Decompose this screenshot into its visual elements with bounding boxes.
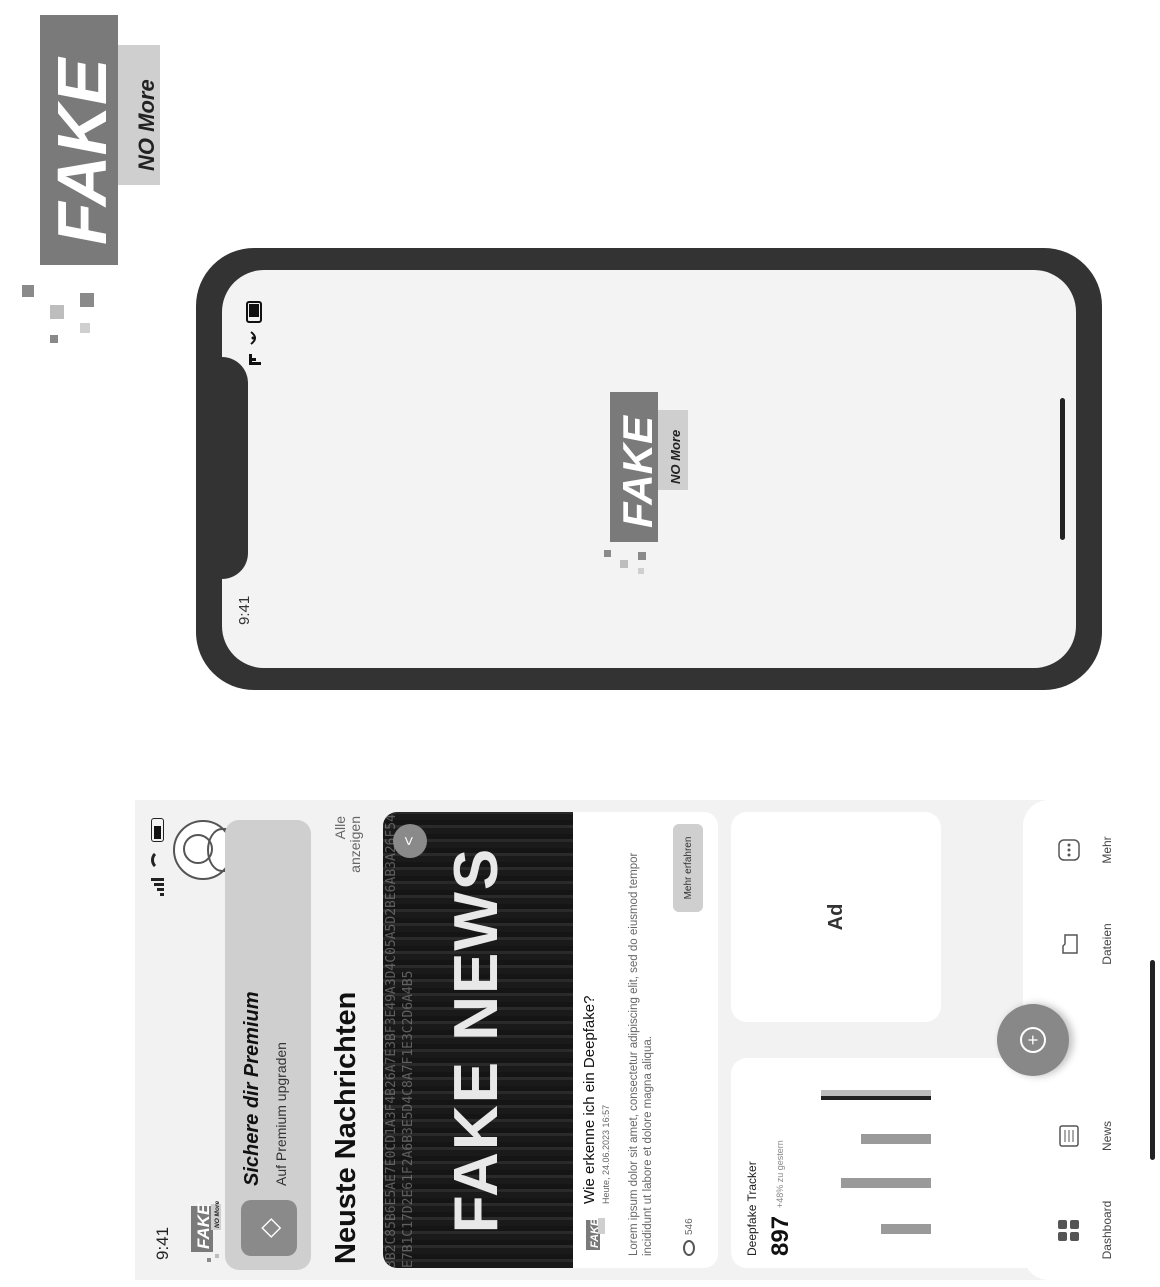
signal-icon [151,878,164,896]
tab-label: News [1100,1121,1114,1152]
deepfake-tracker-card[interactable]: Deepfake Tracker 897 +48% zu gestern [731,1058,1041,1268]
svg-text:FAKE: FAKE [194,1203,213,1249]
premium-banner[interactable]: ◇ Sichere dir Premium Auf Premium upgrad… [225,820,311,1270]
svg-text:NO More: NO More [134,79,159,171]
svg-text:NO More: NO More [214,1201,221,1228]
dashboard-icon [1058,1220,1079,1241]
tab-mehr[interactable]: Mehr [1057,810,1114,890]
see-all-link[interactable]: Alle anzeigen [332,816,363,876]
phone-status-icons [245,300,265,385]
brand-logo-large: FAKE NO More [10,5,168,355]
tracker-value: 897 [767,1215,794,1256]
tab-dashboard[interactable]: Dashboard [1057,1190,1114,1270]
premium-title: Sichere dir Premium [241,991,263,1186]
svg-text:FAKE: FAKE [614,414,661,528]
phone-clock: 9:41 [236,595,253,625]
card-source-logo: FAKE [583,1210,609,1256]
tab-news[interactable]: News [1057,1096,1114,1176]
tab-label: Dashboard [1100,1200,1114,1260]
phone-home-indicator [1060,398,1065,540]
app-screen-rotated: 9:41 FAKE NO More ◇ Sichere dir Premium … [135,800,1160,1280]
battery-icon [151,818,164,842]
svg-text:FAKE: FAKE [43,56,121,245]
eye-icon [683,1240,695,1256]
tracker-title: Deepfake Tracker [745,1161,759,1256]
news-image-caption: FAKE NEWS [442,846,511,1234]
app-screen: 9:41 FAKE NO More ◇ Sichere dir Premium … [135,800,1160,1280]
news-section-title: Neuste Nachrichten [330,991,362,1264]
plus-icon: + [1020,1027,1046,1053]
ad-placeholder[interactable]: Ad [731,812,941,1022]
tracker-change: +48% zu gestern [775,1140,785,1208]
tab-label: Dateien [1100,923,1114,965]
views-count: 546 [683,1218,695,1235]
premium-subtitle: Auf Premium upgraden [273,1042,289,1186]
app-home-indicator [1150,960,1155,1160]
news-card[interactable]: 3B2C85B6E5AE7E0CD1A3F4B26A7E3BF3E49A3D4C… [383,812,718,1268]
newspaper-icon [1059,1125,1079,1147]
status-time: 9:41 [153,1226,172,1260]
tab-dateien[interactable]: Dateien [1057,904,1114,984]
diamond-icon: ◇ [241,1200,297,1256]
svg-text:FAKE: FAKE [589,1218,601,1248]
splash-logo: FAKE NO More [600,380,700,580]
read-more-button[interactable]: Mehr erfahren [673,824,703,912]
profile-avatar[interactable] [173,820,233,880]
wifi-icon [151,850,164,870]
tracker-bar-chart [821,1090,931,1234]
news-excerpt: Lorem ipsum dolor sit amet, consectetur … [628,852,654,1256]
add-button[interactable]: + [997,1004,1069,1076]
tab-label: Mehr [1100,836,1114,864]
ad-label: Ad [824,903,847,931]
news-heading: Wie erkenne ich ein Deepfake? [581,995,598,1204]
folder-icon [1062,934,1078,954]
news-views: 546 [683,1218,695,1256]
news-date: Heute, 24.06.2023 16:57 [601,1104,611,1204]
share-button[interactable]: < [393,824,427,858]
phone-notch [222,357,248,579]
svg-text:NO More: NO More [668,430,683,484]
status-icons [151,818,164,896]
more-dots-icon [1058,839,1080,861]
